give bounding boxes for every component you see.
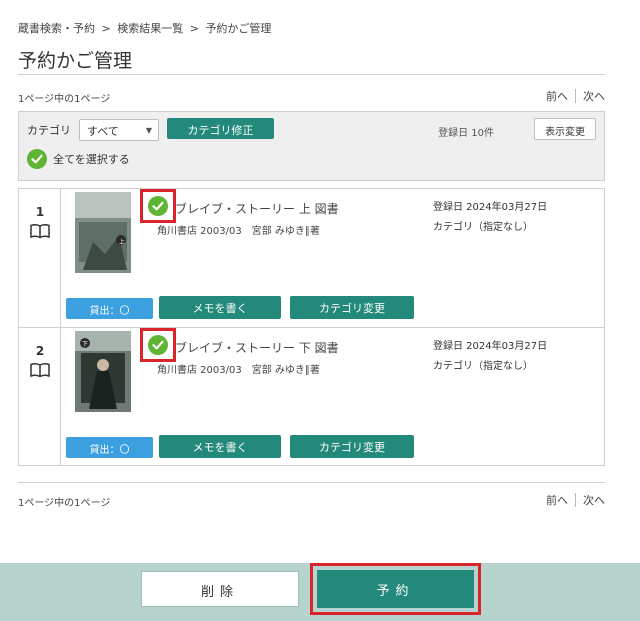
check-icon: [148, 196, 168, 216]
item-select-highlight[interactable]: [140, 328, 176, 362]
book-icon: [30, 363, 50, 378]
svg-text:下: 下: [82, 341, 88, 348]
pager-nav: 前へ 次へ: [546, 88, 605, 104]
index-column: 1: [19, 189, 61, 327]
check-icon: [27, 149, 47, 169]
item-category: カテゴリ（指定なし）: [433, 361, 533, 372]
index-column: 2: [19, 328, 61, 465]
category-label: カテゴリ: [27, 124, 71, 137]
breadcrumb-link-search[interactable]: 蔵書検索・予約: [18, 22, 95, 35]
list-item: 1 上 ブレイブ・ストーリー 上 図書 角川書店 2003/03 宮部 みゆき∥…: [19, 189, 604, 327]
item-index: 2: [35, 344, 45, 358]
title-divider: [18, 74, 605, 75]
category-change-button[interactable]: カテゴリ変更: [290, 296, 414, 319]
item-category: カテゴリ（指定なし）: [433, 222, 533, 233]
category-select-value: すべて: [87, 125, 119, 138]
write-memo-button[interactable]: メモを書く: [159, 296, 281, 319]
select-all-toggle[interactable]: 全てを選択する: [27, 149, 130, 169]
results-list: 1 上 ブレイブ・ストーリー 上 図書 角川書店 2003/03 宮部 みゆき∥…: [18, 188, 605, 466]
view-change-button[interactable]: 表示変更: [534, 118, 596, 140]
breadcrumb-current: 予約かご管理: [205, 22, 272, 35]
page-count: 1ページ中の1ページ: [18, 498, 111, 509]
book-cover[interactable]: 下: [75, 331, 131, 412]
reserve-button-highlight: 予約: [310, 563, 481, 615]
item-registered-date: 登録日 2024年03月27日: [433, 341, 548, 352]
svg-text:上: 上: [119, 238, 125, 246]
next-page-link[interactable]: 次へ: [583, 88, 605, 104]
footer-action-bar: 削除 予約: [0, 563, 640, 621]
filter-panel: カテゴリ すべて ▼ カテゴリ修正 登録日 10件 表示変更 全てを選択する: [18, 111, 605, 181]
pager-divider: [575, 89, 576, 103]
prev-page-link[interactable]: 前へ: [546, 88, 568, 104]
page-title: 予約かご管理: [18, 50, 133, 72]
breadcrumb-separator: >: [101, 22, 111, 35]
item-title[interactable]: ブレイブ・ストーリー 下 図書: [175, 339, 339, 356]
item-registered-date: 登録日 2024年03月27日: [433, 202, 548, 213]
loan-status-badge: 貸出：〇: [66, 298, 153, 319]
item-title[interactable]: ブレイブ・ストーリー 上 図書: [175, 200, 339, 217]
category-change-button[interactable]: カテゴリ変更: [290, 435, 414, 458]
loan-status-badge: 貸出：〇: [66, 437, 153, 458]
chevron-down-icon: ▼: [145, 126, 152, 135]
reserve-button[interactable]: 予約: [317, 570, 474, 608]
pager-bottom: 1ページ中の1ページ 前へ 次へ: [18, 491, 605, 511]
item-publisher: 角川書店 2003/03 宮部 みゆき∥著: [157, 226, 320, 237]
bottom-divider: [18, 482, 605, 483]
breadcrumb-separator: >: [189, 22, 199, 35]
pager-top: 1ページ中の1ページ 前へ 次へ: [18, 87, 605, 107]
check-icon: [148, 335, 168, 355]
delete-button[interactable]: 削除: [141, 571, 299, 607]
category-select[interactable]: すべて ▼: [79, 119, 159, 141]
book-icon: [30, 224, 50, 239]
breadcrumb-link-results[interactable]: 検索結果一覧: [117, 22, 183, 35]
list-item: 2 下 ブレイブ・ストーリー 下 図書 角川書店 2003/03 宮部 みゆき∥…: [19, 327, 604, 465]
prev-page-link[interactable]: 前へ: [546, 492, 568, 508]
book-cover[interactable]: 上: [75, 192, 131, 273]
breadcrumb: 蔵書検索・予約 > 検索結果一覧 > 予約かご管理: [18, 20, 274, 36]
select-all-label: 全てを選択する: [53, 153, 130, 166]
item-select-highlight[interactable]: [140, 189, 176, 223]
category-fix-button[interactable]: カテゴリ修正: [167, 118, 274, 139]
sort-info: 登録日 10件: [438, 128, 494, 139]
next-page-link[interactable]: 次へ: [583, 492, 605, 508]
pager-divider: [575, 493, 576, 507]
item-publisher: 角川書店 2003/03 宮部 みゆき∥著: [157, 365, 320, 376]
write-memo-button[interactable]: メモを書く: [159, 435, 281, 458]
page-count: 1ページ中の1ページ: [18, 94, 111, 105]
item-index: 1: [35, 205, 45, 219]
pager-nav: 前へ 次へ: [546, 492, 605, 508]
